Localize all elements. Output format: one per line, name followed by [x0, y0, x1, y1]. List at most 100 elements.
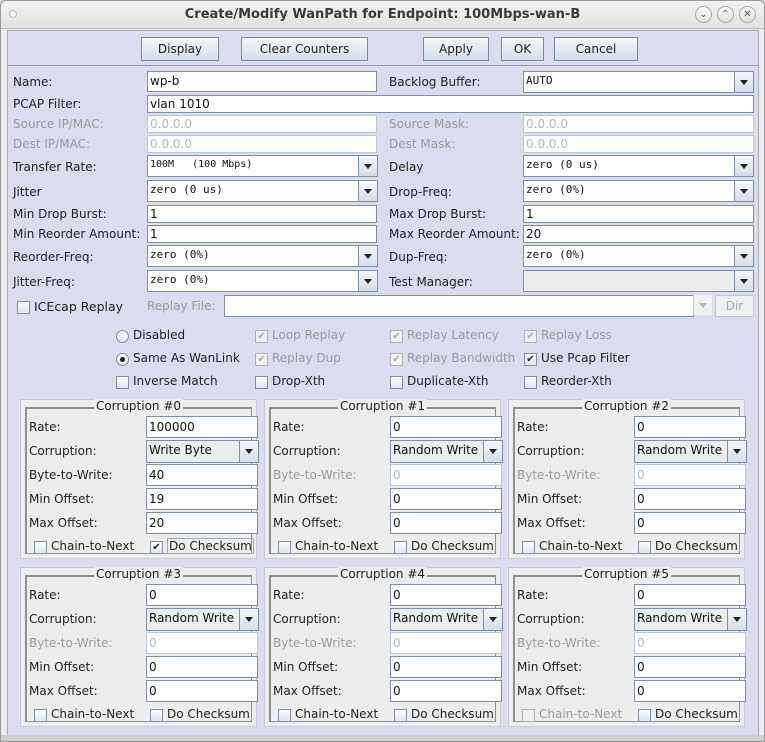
use-pcap-filter-checkbox[interactable]: ✔ — [524, 353, 537, 366]
drop-xth-checkbox[interactable] — [255, 376, 268, 389]
max-reorder-input[interactable]: 20 — [523, 225, 754, 243]
display-button[interactable]: Display — [141, 37, 219, 61]
jitter-select[interactable]: zero (0 us) — [147, 180, 378, 202]
chain-to-next-checkbox[interactable] — [34, 709, 47, 722]
min-offset-input[interactable]: 0 — [390, 488, 502, 510]
test-manager-select[interactable] — [523, 270, 754, 292]
replay-bandwidth-checkbox[interactable]: ✔ — [390, 353, 403, 366]
cancel-button[interactable]: Cancel — [554, 37, 638, 61]
ok-button[interactable]: OK — [501, 37, 544, 61]
min-offset-input[interactable]: 0 — [146, 656, 258, 678]
min-offset-input[interactable]: 0 — [634, 488, 746, 510]
dropdown-arrow-icon[interactable] — [734, 156, 753, 176]
drop-freq-select[interactable]: zero (0%) — [523, 180, 754, 202]
do-checksum-checkbox[interactable]: ✔ — [150, 541, 163, 554]
dropdown-arrow-icon[interactable] — [727, 441, 746, 462]
rate-input[interactable]: 0 — [634, 416, 746, 438]
min-offset-input[interactable]: 0 — [634, 656, 746, 678]
dropdown-arrow-icon[interactable] — [734, 271, 753, 291]
byte-to-write-input[interactable]: 0 — [634, 464, 746, 486]
rate-input[interactable]: 0 — [390, 584, 502, 606]
corruption-type-select[interactable]: Random Write — [390, 608, 503, 631]
dropdown-arrow-icon[interactable] — [734, 181, 753, 201]
close-button[interactable]: ✕ — [739, 6, 756, 23]
dropdown-arrow-icon[interactable] — [358, 271, 377, 291]
dup-freq-select[interactable]: zero (0%) — [523, 245, 754, 267]
dropdown-arrow-icon[interactable] — [693, 295, 712, 315]
apply-button[interactable]: Apply — [423, 37, 489, 61]
inverse-match-checkbox[interactable] — [116, 376, 129, 389]
chain-to-next-checkbox[interactable] — [522, 541, 535, 554]
byte-to-write-input[interactable]: 40 — [146, 464, 258, 486]
dropdown-arrow-icon[interactable] — [358, 181, 377, 201]
dropdown-arrow-icon[interactable] — [358, 156, 377, 176]
min-offset-input[interactable]: 0 — [390, 656, 502, 678]
max-drop-burst-input[interactable]: 1 — [523, 205, 754, 223]
source-ip-input[interactable]: 0.0.0.0 — [147, 115, 377, 133]
same-as-wanlink-radio[interactable] — [116, 353, 129, 366]
rate-input[interactable]: 0 — [146, 584, 258, 606]
do-checksum-checkbox[interactable] — [638, 709, 651, 722]
max-offset-input[interactable]: 0 — [146, 680, 258, 702]
dropdown-arrow-icon[interactable] — [734, 246, 753, 266]
pcap-filter-input[interactable]: vlan 1010 — [147, 95, 754, 113]
byte-to-write-input[interactable]: 0 — [390, 632, 502, 654]
byte-to-write-input[interactable]: 0 — [634, 632, 746, 654]
max-offset-input[interactable]: 20 — [146, 512, 258, 534]
source-mask-input[interactable]: 0.0.0.0 — [523, 115, 754, 133]
minimize-button[interactable]: ⌄ — [695, 6, 712, 23]
dropdown-arrow-icon[interactable] — [239, 441, 258, 462]
replay-dup-checkbox[interactable]: ✔ — [255, 353, 268, 366]
backlog-buffer-select[interactable]: AUTO — [523, 71, 754, 93]
max-offset-input[interactable]: 0 — [390, 680, 502, 702]
chain-to-next-checkbox[interactable] — [522, 709, 535, 722]
chain-to-next-checkbox[interactable] — [34, 541, 47, 554]
corruption-type-select[interactable]: Random Write — [390, 440, 503, 463]
do-checksum-checkbox[interactable] — [394, 709, 407, 722]
replay-file-input[interactable] — [224, 295, 694, 317]
corruption-type-select[interactable]: Write Byte — [146, 440, 259, 463]
byte-to-write-input[interactable]: 0 — [390, 464, 502, 486]
rate-input[interactable]: 0 — [634, 584, 746, 606]
do-checksum-checkbox[interactable] — [394, 541, 407, 554]
rate-input[interactable]: 100000 — [146, 416, 258, 438]
dir-button[interactable]: Dir — [715, 295, 754, 317]
rate-input[interactable]: 0 — [390, 416, 502, 438]
replay-file-dropdown[interactable] — [692, 295, 712, 317]
clear-counters-button[interactable]: Clear Counters — [241, 37, 368, 61]
corruption-type-select[interactable]: Random Write — [634, 608, 747, 631]
min-offset-input[interactable]: 19 — [146, 488, 258, 510]
duplicate-xth-checkbox[interactable] — [390, 376, 403, 389]
corruption-type-select[interactable]: Random Write — [146, 608, 259, 631]
max-offset-input[interactable]: 0 — [390, 512, 502, 534]
dropdown-arrow-icon[interactable] — [483, 609, 502, 630]
reorder-xth-checkbox[interactable] — [524, 376, 537, 389]
do-checksum-checkbox[interactable] — [638, 541, 651, 554]
dropdown-arrow-icon[interactable] — [727, 609, 746, 630]
loop-replay-checkbox[interactable]: ✔ — [255, 330, 268, 343]
max-offset-input[interactable]: 0 — [634, 512, 746, 534]
replay-latency-checkbox[interactable]: ✔ — [390, 330, 403, 343]
dropdown-arrow-icon[interactable] — [734, 72, 753, 92]
min-drop-burst-input[interactable]: 1 — [147, 205, 377, 223]
dest-ip-input[interactable]: 0.0.0.0 — [147, 135, 377, 153]
do-checksum-checkbox[interactable] — [150, 709, 163, 722]
max-offset-input[interactable]: 0 — [634, 680, 746, 702]
maximize-button[interactable]: ⌃ — [717, 6, 734, 23]
icecap-replay-checkbox[interactable] — [17, 301, 30, 314]
name-input[interactable]: wp-b — [147, 71, 377, 92]
transfer-rate-select[interactable]: 100M (100 Mbps) — [147, 155, 378, 177]
chain-to-next-checkbox[interactable] — [278, 541, 291, 554]
corruption-type-select[interactable]: Random Write — [634, 440, 747, 463]
chain-to-next-checkbox[interactable] — [278, 709, 291, 722]
dropdown-arrow-icon[interactable] — [239, 609, 258, 630]
delay-select[interactable]: zero (0 us) — [523, 155, 754, 177]
byte-to-write-input[interactable]: 0 — [146, 632, 258, 654]
dest-mask-input[interactable]: 0.0.0.0 — [523, 135, 754, 153]
replay-loss-checkbox[interactable]: ✔ — [524, 330, 537, 343]
dropdown-arrow-icon[interactable] — [358, 246, 377, 266]
jitter-freq-select[interactable]: zero (0%) — [147, 270, 378, 292]
dropdown-arrow-icon[interactable] — [483, 441, 502, 462]
reorder-freq-select[interactable]: zero (0%) — [147, 245, 378, 267]
min-reorder-input[interactable]: 1 — [147, 225, 377, 243]
